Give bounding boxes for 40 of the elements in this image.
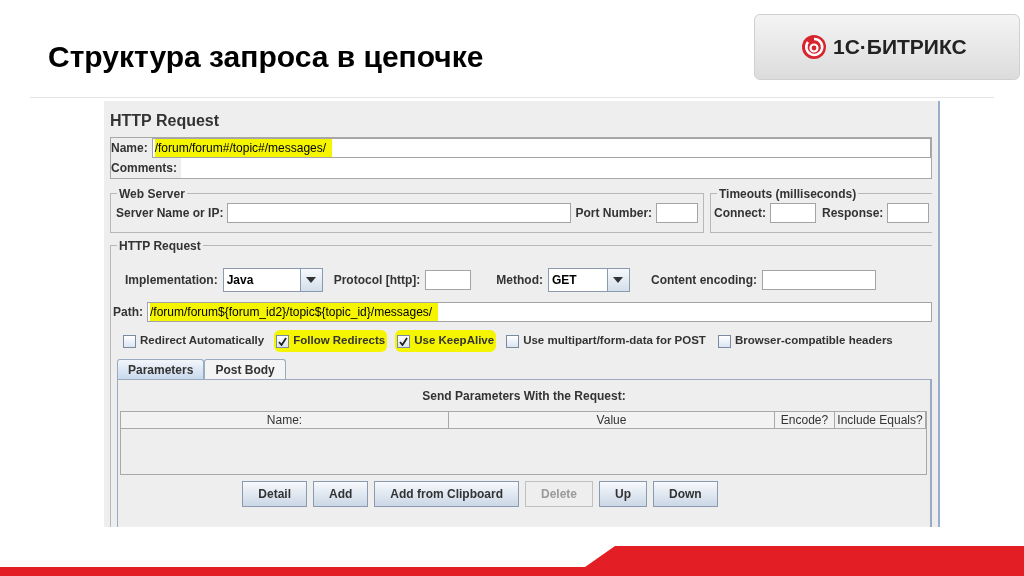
column-header[interactable]: Encode? — [775, 412, 835, 428]
action-button[interactable]: Add from Clipboard — [374, 481, 519, 507]
checkbox[interactable]: Use multipart/form-data for POST — [504, 330, 708, 352]
action-button[interactable]: Down — [653, 481, 718, 507]
dropdown[interactable]: GET — [548, 268, 630, 292]
tab[interactable]: Post Body — [204, 359, 286, 379]
field-label: Response: — [822, 205, 884, 222]
caret-icon — [613, 277, 624, 283]
checkbox[interactable]: Browser-compatible headers — [715, 330, 895, 352]
logo-icon — [801, 34, 827, 60]
slide-title: Структура запроса в цепочке — [48, 39, 484, 75]
column-header[interactable]: Name: — [121, 412, 449, 428]
field-label: Port Number: — [575, 205, 653, 222]
action-button[interactable]: Detail — [242, 481, 307, 507]
field-label: Protocol [http]: — [333, 272, 421, 289]
action-button[interactable]: Up — [599, 481, 647, 507]
field-label: Implementation: — [125, 272, 218, 289]
panel-title: HTTP Request — [110, 111, 221, 131]
field-label: Name: — [111, 140, 148, 157]
check-icon — [399, 336, 409, 346]
checkbox[interactable]: Redirect Automatically — [121, 330, 267, 352]
caret-icon — [306, 277, 317, 283]
column-header[interactable]: Include Equals? — [835, 412, 926, 428]
field-label: Content encoding: — [651, 272, 757, 289]
field-label: Path: — [113, 304, 143, 321]
input-field[interactable]: /forum/forum#/topic#/messages/ — [151, 138, 931, 158]
checkbox[interactable]: Use KeepAlive — [395, 330, 497, 352]
tab[interactable]: Parameters — [117, 359, 205, 379]
column-header[interactable]: Value — [449, 412, 775, 428]
checkbox[interactable]: Follow Redirects — [274, 330, 388, 352]
input-field[interactable]: /forum/forum${forum_id2}/topic${topic_id}/messages/ — [147, 302, 932, 322]
table-caption: Send Parameters With the Request: — [421, 388, 627, 405]
check-icon — [278, 336, 288, 346]
dropdown[interactable]: Java — [222, 268, 323, 292]
field-label: Method: — [496, 272, 543, 289]
field-label: Comments: — [111, 160, 177, 177]
field-label: Connect: — [714, 205, 766, 222]
field-label: Server Name or IP: — [116, 205, 224, 222]
logo-text: 1С·БИТРИКС — [833, 34, 967, 61]
action-button[interactable]: Add — [313, 481, 369, 507]
